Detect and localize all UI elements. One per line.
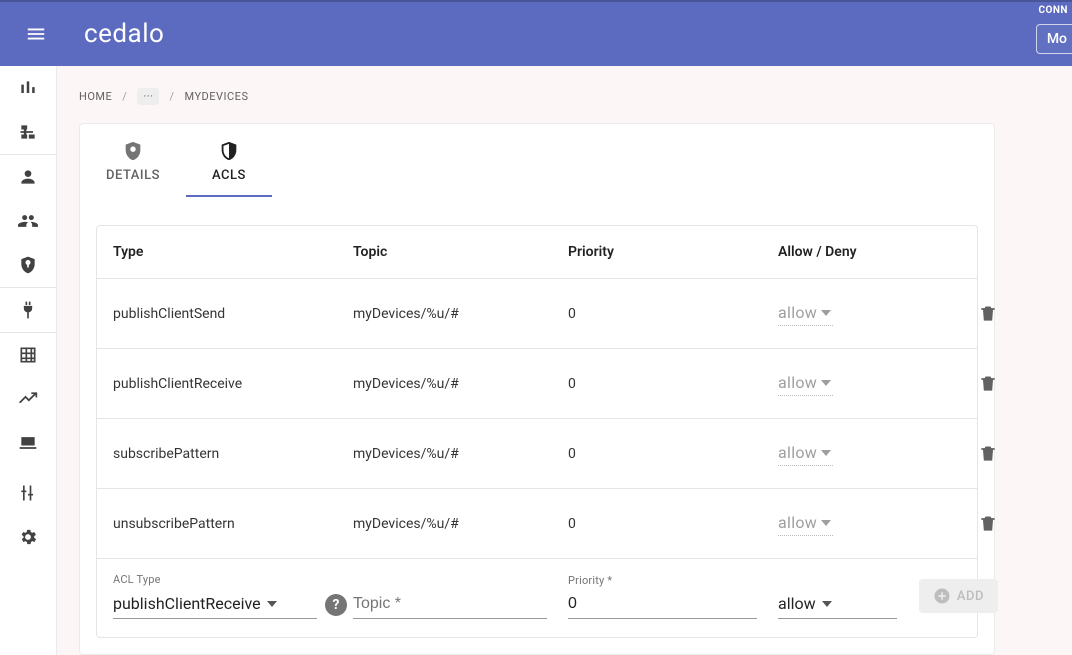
cell-topic: myDevices/%u/# — [353, 376, 568, 392]
brand-logo: cedalo — [84, 19, 164, 49]
col-allow-deny: Allow / Deny — [778, 244, 958, 260]
caret-down-icon — [821, 448, 831, 458]
add-button[interactable]: ADD — [919, 579, 998, 613]
role-card: DETAILS ACLS Type Topic Priority Allow /… — [79, 123, 995, 655]
cell-priority: 0 — [568, 306, 778, 322]
connection-label: CONN — [1038, 5, 1068, 16]
breadcrumb-current: MYDEVICES — [185, 90, 249, 103]
topic-input[interactable] — [353, 591, 547, 619]
allow-select[interactable]: allow — [778, 371, 833, 396]
trash-icon — [978, 374, 998, 394]
sidebar-item-plugins[interactable] — [0, 288, 56, 332]
priority-label: Priority * — [568, 574, 778, 587]
allow-select[interactable]: allow — [778, 511, 833, 536]
cell-topic: myDevices/%u/# — [353, 516, 568, 532]
trash-icon — [978, 514, 998, 534]
breadcrumb-sep: / — [122, 90, 127, 103]
tab-details[interactable]: DETAILS — [80, 124, 186, 197]
sidebar-item-stats[interactable] — [0, 66, 56, 110]
table-row: publishClientSend myDevices/%u/# 0 allow — [97, 278, 977, 348]
cell-priority: 0 — [568, 376, 778, 392]
trend-icon — [18, 389, 38, 409]
sidebar-item-groups[interactable] — [0, 199, 56, 243]
help-icon[interactable]: ? — [325, 594, 347, 616]
table-row: subscribePattern myDevices/%u/# 0 allow — [97, 418, 977, 488]
table-row: publishClientReceive myDevices/%u/# 0 al… — [97, 348, 977, 418]
sidebar-item-grid[interactable] — [0, 333, 56, 377]
tab-acls[interactable]: ACLS — [186, 124, 272, 197]
add-circle-icon — [933, 587, 951, 605]
tab-acls-label: ACLS — [212, 168, 246, 183]
cell-priority: 0 — [568, 516, 778, 532]
connection-button[interactable]: Mo — [1036, 24, 1072, 54]
col-topic: Topic — [353, 244, 568, 260]
shield-icon — [18, 255, 38, 275]
plug-icon — [18, 300, 38, 320]
table-row: unsubscribePattern myDevices/%u/# 0 allo… — [97, 488, 977, 558]
trash-icon — [978, 444, 998, 464]
person-icon — [18, 167, 38, 187]
delete-button[interactable] — [958, 374, 998, 394]
acl-table: Type Topic Priority Allow / Deny publish… — [96, 225, 978, 638]
breadcrumb-ellipsis[interactable]: ··· — [137, 88, 159, 105]
cell-topic: myDevices/%u/# — [353, 446, 568, 462]
trash-icon — [978, 304, 998, 324]
sidebar-item-analytics[interactable] — [0, 377, 56, 421]
caret-down-icon — [822, 599, 832, 609]
acl-type-label: ACL Type — [113, 573, 353, 586]
bar-chart-icon — [18, 78, 38, 98]
hamburger-icon — [25, 23, 47, 45]
allow-select[interactable]: allow — [778, 441, 833, 466]
shield-check-icon — [218, 140, 240, 162]
delete-button[interactable] — [958, 514, 998, 534]
cell-type: publishClientReceive — [113, 376, 353, 392]
caret-down-icon — [267, 599, 277, 609]
allow-select[interactable]: allow — [778, 301, 833, 326]
grid-icon — [18, 345, 38, 365]
col-priority: Priority — [568, 244, 778, 260]
priority-input[interactable] — [568, 591, 757, 619]
caret-down-icon — [821, 308, 831, 318]
hierarchy-icon — [18, 122, 38, 142]
tab-details-label: DETAILS — [106, 168, 160, 183]
caret-down-icon — [821, 378, 831, 388]
allow-deny-select[interactable]: allow — [778, 590, 897, 619]
cell-priority: 0 — [568, 446, 778, 462]
gear-icon — [18, 527, 38, 547]
table-header: Type Topic Priority Allow / Deny — [97, 226, 977, 278]
sidebar-item-settings[interactable] — [0, 515, 56, 559]
main-content: HOME / ··· / MYDEVICES DETAILS ACLS Type — [57, 66, 1072, 655]
sidebar-item-topology[interactable] — [0, 110, 56, 154]
sidebar — [0, 66, 57, 655]
sidebar-item-tuning[interactable] — [0, 471, 56, 515]
delete-button[interactable] — [958, 444, 998, 464]
table-footer: ACL Type publishClientReceive ? — [97, 558, 977, 637]
breadcrumb-home[interactable]: HOME — [79, 90, 112, 103]
sliders-icon — [18, 483, 38, 503]
menu-button[interactable] — [12, 10, 60, 58]
breadcrumb: HOME / ··· / MYDEVICES — [79, 88, 1072, 105]
laptop-icon — [18, 433, 38, 453]
col-type: Type — [113, 244, 353, 260]
sidebar-item-terminal[interactable] — [0, 421, 56, 465]
cell-topic: myDevices/%u/# — [353, 306, 568, 322]
tabs: DETAILS ACLS — [80, 124, 994, 197]
app-bar: cedalo CONN Mo — [0, 0, 1072, 66]
shield-badge-icon — [122, 140, 144, 162]
acl-type-select[interactable]: publishClientReceive — [113, 590, 317, 619]
sidebar-item-security[interactable] — [0, 243, 56, 287]
people-icon — [18, 211, 38, 231]
sidebar-item-user[interactable] — [0, 155, 56, 199]
caret-down-icon — [821, 518, 831, 528]
cell-type: unsubscribePattern — [113, 516, 353, 532]
cell-type: subscribePattern — [113, 446, 353, 462]
cell-type: publishClientSend — [113, 306, 353, 322]
delete-button[interactable] — [958, 304, 998, 324]
breadcrumb-sep: / — [169, 90, 174, 103]
